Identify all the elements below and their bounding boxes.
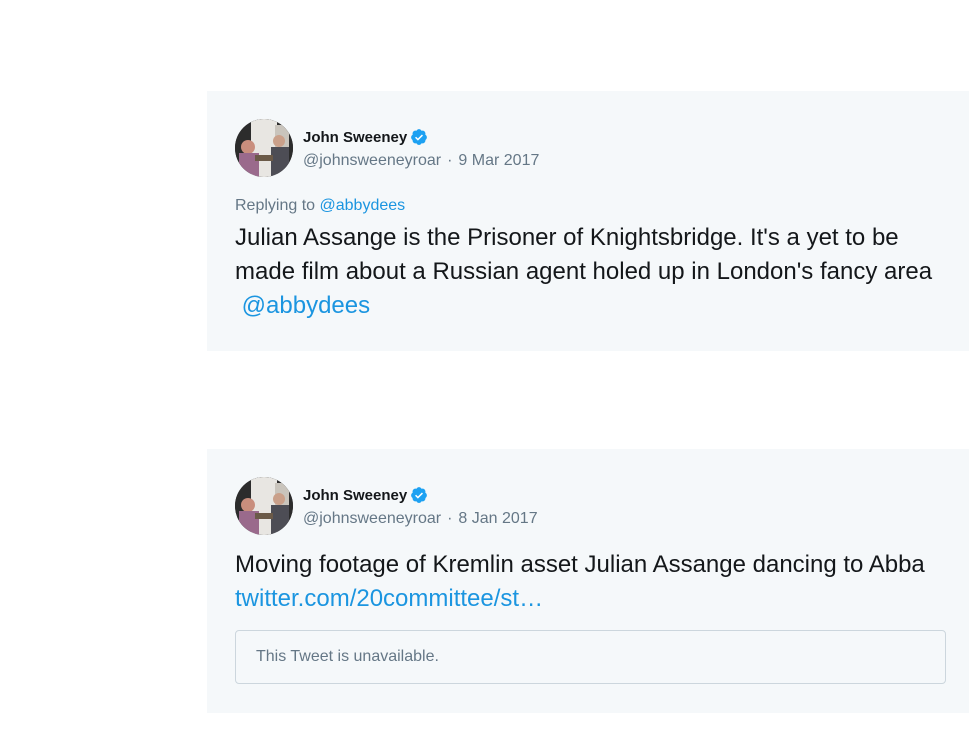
tweet-meta: @johnsweeneyroar · 8 Jan 2017: [303, 510, 538, 528]
author-name[interactable]: John Sweeney: [303, 129, 407, 146]
author-handle[interactable]: @johnsweeneyroar: [303, 152, 441, 169]
tweet-text: Moving footage of Kremlin asset Julian A…: [235, 548, 946, 616]
replying-to: Replying to @abbydees: [235, 197, 946, 215]
tweet-date[interactable]: 8 Jan 2017: [458, 510, 537, 527]
quoted-tweet-unavailable: This Tweet is unavailable.: [235, 630, 946, 684]
verified-badge-icon: [410, 128, 428, 146]
user-info: John Sweeney @johnsweeneyroar · 8 Jan 2017: [303, 484, 538, 528]
tweet-text: Julian Assange is the Prisoner of Knight…: [235, 221, 946, 323]
tweet-date[interactable]: 9 Mar 2017: [458, 152, 539, 169]
avatar[interactable]: [235, 477, 293, 535]
tweet-card[interactable]: John Sweeney @johnsweeneyroar · 9 Mar 2017…: [207, 91, 969, 351]
author-handle[interactable]: @johnsweeneyroar: [303, 510, 441, 527]
tweet-card[interactable]: John Sweeney @johnsweeneyroar · 8 Jan 2017…: [207, 449, 969, 713]
replying-prefix: Replying to: [235, 197, 316, 214]
tweet-header: John Sweeney @johnsweeneyroar · 9 Mar 2017: [235, 119, 946, 177]
avatar[interactable]: [235, 119, 293, 177]
replying-to-link[interactable]: @abbydees: [320, 197, 406, 214]
separator: ·: [447, 510, 453, 527]
unavailable-message: This Tweet is unavailable.: [256, 648, 439, 665]
verified-badge-icon: [410, 486, 428, 504]
tweet-url-link[interactable]: twitter.com/20committee/st…: [235, 585, 543, 612]
tweet-header: John Sweeney @johnsweeneyroar · 8 Jan 2017: [235, 477, 946, 535]
author-name[interactable]: John Sweeney: [303, 487, 407, 504]
tweet-text-body: Moving footage of Kremlin asset Julian A…: [235, 551, 925, 578]
user-info: John Sweeney @johnsweeneyroar · 9 Mar 2017: [303, 126, 539, 170]
tweet-meta: @johnsweeneyroar · 9 Mar 2017: [303, 152, 539, 170]
separator: ·: [447, 152, 453, 169]
name-row: John Sweeney: [303, 484, 538, 506]
name-row: John Sweeney: [303, 126, 539, 148]
tweet-text-body: Julian Assange is the Prisoner of Knight…: [235, 224, 933, 285]
mention-link[interactable]: @abbydees: [242, 292, 370, 319]
